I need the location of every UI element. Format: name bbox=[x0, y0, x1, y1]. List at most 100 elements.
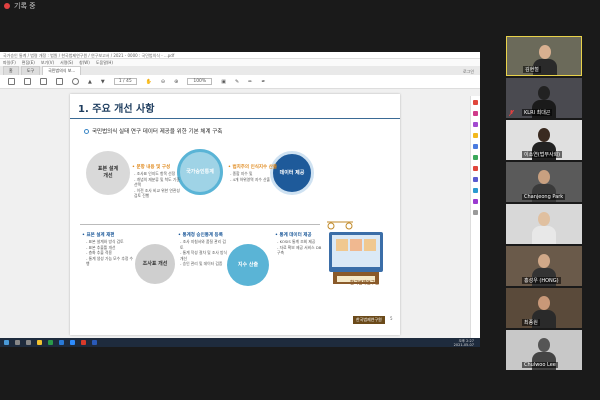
block-stats-list: - 조사 지침서와 품질 관리 검토 - 통계 작성 절차 및 조사 방식 개선… bbox=[180, 239, 228, 267]
list-item: - 자료 확보 제공 서비스 DB 구축 bbox=[277, 244, 322, 256]
block-sample-heading: • 표본 설계 재편 bbox=[82, 233, 115, 238]
participant-name: Chulwoo Lee bbox=[522, 362, 558, 368]
slide-page-number: 5 bbox=[390, 316, 393, 321]
participant-name: KLRI 최대곤 bbox=[522, 109, 553, 116]
zoom-in-icon[interactable]: ⊕ bbox=[174, 79, 178, 85]
block-index-heading: • 법치주의 인식지수 산출 bbox=[228, 165, 277, 170]
participant-name: 최종원 bbox=[522, 319, 540, 326]
circle-label: 지수 산출 bbox=[237, 261, 259, 268]
upload-icon[interactable] bbox=[24, 78, 31, 85]
redact-icon[interactable] bbox=[473, 166, 478, 171]
circle-index: 지수 산출 bbox=[227, 244, 269, 286]
record-dot-icon bbox=[4, 3, 10, 9]
participant-tile[interactable] bbox=[506, 204, 582, 244]
participant-tile[interactable]: Chanjeong Park bbox=[506, 162, 582, 202]
block-survey-list: - 조사표 인지도 항목 선정 - 개념의 재분류 및 척도 기준 선택 - 이… bbox=[134, 171, 182, 199]
save-icon[interactable] bbox=[8, 78, 15, 85]
explorer-icon[interactable] bbox=[37, 340, 42, 345]
chrome-icon[interactable] bbox=[48, 340, 53, 345]
search-icon[interactable] bbox=[72, 78, 79, 85]
list-item: - 승인 관리 및 데이터 검증 bbox=[180, 261, 223, 266]
comment-tool-icon[interactable] bbox=[473, 133, 478, 138]
institute-logo: 한국법제연구원 bbox=[353, 316, 385, 324]
search-taskbar-icon[interactable] bbox=[15, 340, 20, 345]
window-title: 국가승인 통계 / 법령 개정 : 법원 / 한국법제연구원 / 연구보고서 /… bbox=[0, 52, 480, 59]
start-icon[interactable] bbox=[4, 340, 9, 345]
block-data-heading: • 통계 데이터 제공 bbox=[275, 233, 312, 238]
menu-view[interactable]: 보기(V) bbox=[41, 59, 54, 66]
page-indicator[interactable]: 1 / 45 bbox=[113, 78, 137, 85]
block-sample-list: - 표본 설계와 방식 검토 - 표본 추출틀 개선 - 층화 추출 적용 - … bbox=[86, 239, 134, 267]
slide-title: 1. 주요 개선 사항 bbox=[78, 104, 155, 115]
circle-national-stats: 국가승인통계 bbox=[177, 149, 223, 195]
export-pdf-icon[interactable] bbox=[473, 100, 478, 105]
mail-icon[interactable] bbox=[56, 78, 63, 85]
protect-icon[interactable] bbox=[473, 177, 478, 182]
list-item: - 4개 하위영역 지수 산출 bbox=[230, 176, 271, 182]
edge-icon[interactable] bbox=[59, 340, 64, 345]
menu-help[interactable]: 도움말(H) bbox=[96, 59, 113, 66]
recording-label: 기록 중 bbox=[14, 2, 36, 10]
participant-name: Chanjeong Park bbox=[522, 194, 566, 200]
title-divider bbox=[70, 118, 400, 119]
word-icon[interactable] bbox=[92, 340, 97, 345]
participant-tile[interactable]: 홍성우 (HONG) bbox=[506, 246, 582, 286]
circle-label: 데이터 제공 bbox=[279, 169, 305, 176]
fill-sign-icon[interactable] bbox=[473, 199, 478, 204]
pdf-page: 1. 주요 개선 사항 국민법의식 실태 연구 데이터 제공을 위한 기본 체계… bbox=[70, 94, 400, 335]
participant-name: 김현철 bbox=[523, 66, 541, 73]
menu-bar: 파일(F) 편집(E) 보기(V) 서명(S) 창(W) 도움말(H) bbox=[0, 59, 480, 66]
participant-video bbox=[532, 212, 556, 244]
mic-muted-icon bbox=[509, 110, 514, 116]
sign-in-link[interactable]: 로그인 bbox=[463, 69, 480, 75]
comment-icon[interactable]: ✎ bbox=[235, 79, 239, 85]
clock-date: 2021-05-07 bbox=[453, 342, 474, 347]
acrobat-icon[interactable] bbox=[81, 340, 86, 345]
prev-page-icon[interactable]: ▲ bbox=[88, 79, 92, 85]
list-item: - 개념의 재분류 및 척도 기준 선택 bbox=[134, 176, 180, 188]
menu-edit[interactable]: 편집(E) bbox=[22, 59, 35, 66]
recording-indicator: 기록 중 bbox=[0, 0, 600, 12]
highlight-icon[interactable]: ✏ bbox=[248, 79, 252, 85]
block-stats-heading: • 통계청 승인통계 등록 bbox=[178, 233, 223, 238]
zoom-app-icon[interactable] bbox=[70, 340, 75, 345]
participant-tile[interactable]: 이소연(법무사회) bbox=[506, 120, 582, 160]
participant-name: 홍성우 (HONG) bbox=[522, 277, 561, 284]
menu-window[interactable]: 창(W) bbox=[79, 59, 90, 66]
tab-document[interactable]: 국민법의식 보... bbox=[42, 66, 82, 75]
combine-icon[interactable] bbox=[473, 144, 478, 149]
circle-label: 표본 설계 개선 bbox=[97, 166, 119, 179]
edit-pdf-icon[interactable] bbox=[473, 122, 478, 127]
organize-icon[interactable] bbox=[473, 155, 478, 160]
circle-label: 조사표 개선 bbox=[142, 260, 168, 267]
list-item: - 조사표 인지도 항목 선정 bbox=[134, 171, 176, 176]
participant-tile[interactable]: 김현철 bbox=[506, 36, 582, 76]
fit-icon[interactable]: ▣ bbox=[221, 79, 226, 85]
more-tools-icon[interactable] bbox=[473, 210, 478, 215]
circle-sample-design: 표본 설계 개선 bbox=[86, 151, 130, 195]
pdf-toolbar: ▲ ▼ 1 / 45 ✋ ⊖ ⊕ 100% ▣ ✎ ✏ ✒ bbox=[0, 75, 480, 89]
next-page-icon[interactable]: ▼ bbox=[101, 79, 105, 85]
zoom-out-icon[interactable]: ⊖ bbox=[161, 79, 165, 85]
tab-tools[interactable]: 도구 bbox=[20, 66, 41, 75]
tab-home[interactable]: 홈 bbox=[3, 66, 19, 75]
list-item: - 조사 지침서와 품질 관리 검토 bbox=[180, 239, 226, 250]
create-pdf-icon[interactable] bbox=[473, 111, 478, 116]
menu-file[interactable]: 파일(F) bbox=[3, 59, 16, 66]
system-clock: 오후 2:27 2021-05-07 bbox=[454, 339, 480, 347]
print-icon[interactable] bbox=[40, 78, 47, 85]
list-item: - 통계 작성 절차 및 조사 방식 개선 bbox=[180, 250, 228, 261]
circle-label: 국가승인통계 bbox=[186, 168, 214, 175]
windows-taskbar: 오후 2:27 2021-05-07 bbox=[0, 338, 480, 347]
participant-tile[interactable]: KLRI 최대곤 bbox=[506, 78, 582, 118]
bullet-icon bbox=[84, 128, 89, 134]
task-view-icon[interactable] bbox=[26, 340, 31, 345]
block-index-list: - 종합 지수 및 - 4개 하위영역 지수 산출 bbox=[230, 171, 278, 182]
participant-tile[interactable]: 최종원 bbox=[506, 288, 582, 328]
participant-tile[interactable]: Chulwoo Lee bbox=[506, 330, 582, 370]
menu-sign[interactable]: 서명(S) bbox=[60, 59, 73, 66]
hand-icon[interactable]: ✋ bbox=[146, 79, 152, 85]
scan-icon[interactable] bbox=[473, 188, 478, 193]
sign-icon[interactable]: ✒ bbox=[261, 79, 265, 85]
zoom-select[interactable]: 100% bbox=[187, 78, 213, 85]
